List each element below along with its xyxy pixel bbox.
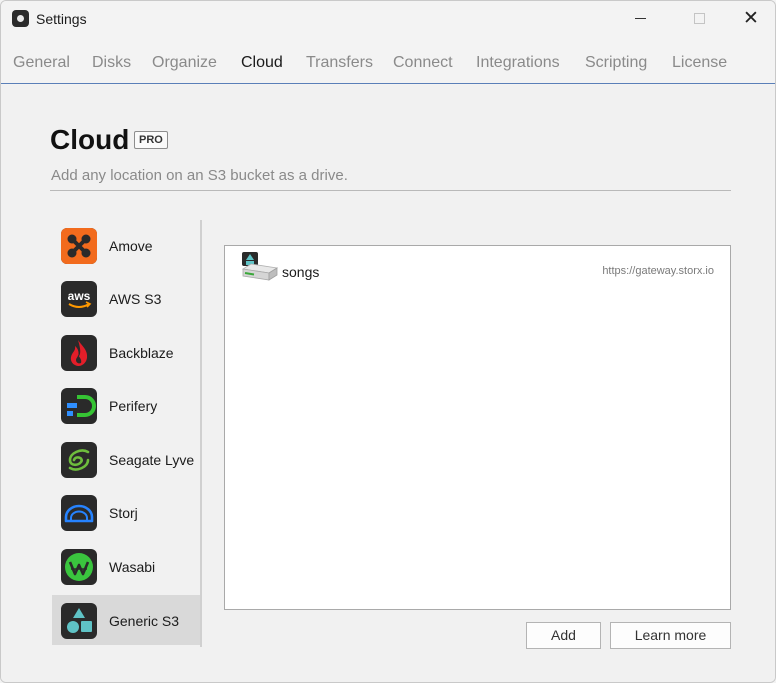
provider-item-seagate-lyve[interactable]: Seagate Lyve: [52, 434, 200, 484]
provider-item-perifery[interactable]: Perifery: [52, 380, 200, 430]
page-subtitle: Add any location on an S3 bucket as a dr…: [51, 167, 348, 184]
provider-label: Storj: [109, 505, 138, 521]
close-button[interactable]: ✕: [725, 1, 776, 35]
close-icon: ✕: [743, 7, 759, 30]
add-button[interactable]: Add: [526, 622, 601, 649]
tab-transfers[interactable]: Transfers: [306, 54, 373, 72]
drive-list[interactable]: songs https://gateway.storx.io: [224, 245, 731, 610]
window-title: Settings: [36, 11, 87, 27]
settings-window: Settings ✕ General Disks Organize Cloud …: [0, 0, 776, 683]
title-bar: Settings ✕: [1, 1, 775, 37]
provider-label: Seagate Lyve: [109, 452, 194, 468]
amove-icon: [61, 228, 97, 264]
provider-item-wasabi[interactable]: Wasabi: [52, 541, 200, 591]
learn-more-button[interactable]: Learn more: [610, 622, 731, 649]
tab-scripting[interactable]: Scripting: [585, 54, 647, 72]
provider-item-backblaze[interactable]: Backblaze: [52, 327, 200, 377]
tab-integrations[interactable]: Integrations: [476, 54, 560, 72]
provider-item-storj[interactable]: Storj: [52, 487, 200, 537]
provider-item-aws-s3[interactable]: aws AWS S3: [52, 273, 200, 323]
settings-tab-bar: General Disks Organize Cloud Transfers C…: [1, 37, 775, 84]
backblaze-flame-icon: [61, 335, 97, 371]
storj-cloud-icon: [61, 495, 97, 531]
tab-disks[interactable]: Disks: [92, 54, 131, 72]
drive-url: https://gateway.storx.io: [602, 265, 714, 277]
provider-list: Amove aws AWS S3: [52, 220, 202, 647]
minimize-icon: [635, 18, 646, 19]
maximize-button[interactable]: [673, 1, 725, 35]
provider-item-amove[interactable]: Amove: [52, 220, 200, 270]
tab-general[interactable]: General: [13, 54, 70, 72]
maximize-icon: [694, 13, 705, 24]
provider-label: Amove: [109, 238, 153, 254]
list-item[interactable]: songs https://gateway.storx.io: [225, 246, 730, 294]
provider-label: Backblaze: [109, 345, 174, 361]
settings-app-icon: [12, 10, 29, 27]
tab-license[interactable]: License: [672, 54, 727, 72]
minimize-button[interactable]: [614, 1, 666, 35]
provider-label: Wasabi: [109, 559, 155, 575]
provider-label: Perifery: [109, 398, 157, 414]
provider-item-generic-s3[interactable]: Generic S3: [52, 595, 200, 645]
perifery-icon: [61, 388, 97, 424]
generic-s3-shapes-icon: [61, 603, 97, 639]
tab-cloud[interactable]: Cloud: [241, 54, 283, 72]
subtitle-divider: [50, 190, 731, 191]
cloud-settings-panel: Cloud PRO Add any location on an S3 buck…: [1, 85, 775, 682]
wasabi-icon: [61, 549, 97, 585]
tab-organize[interactable]: Organize: [152, 54, 217, 72]
tab-connect[interactable]: Connect: [393, 54, 453, 72]
page-title: Cloud: [50, 124, 129, 156]
provider-label: Generic S3: [109, 613, 179, 629]
drive-name: songs: [282, 264, 319, 280]
aws-icon: aws: [61, 281, 97, 317]
provider-label: AWS S3: [109, 291, 161, 307]
pro-badge: PRO: [134, 131, 168, 149]
seagate-swirl-icon: [61, 442, 97, 478]
svg-text:aws: aws: [68, 289, 91, 303]
cloud-drive-icon: [240, 251, 278, 287]
